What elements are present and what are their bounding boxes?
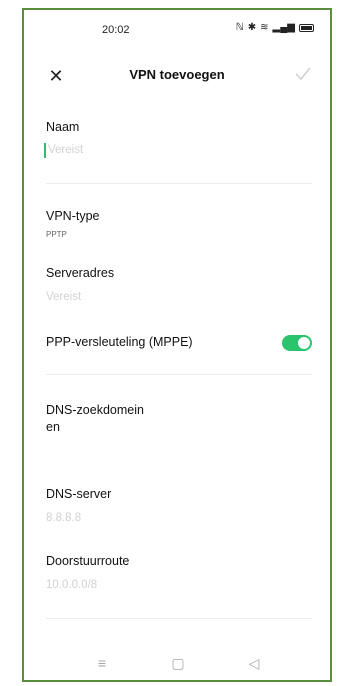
ppp-encryption-label: PPP-versleuteling (MPPE) [46,335,193,349]
divider [46,183,312,184]
toolbar: ✕ VPN toevoegen [24,62,330,90]
dns-server-input[interactable]: 8.8.8.8 [46,512,81,524]
status-bar: 20:02 ℕ ✱ ≋ ▂▄▆ [24,20,330,40]
wifi-icon: ≋ [260,22,269,33]
check-icon[interactable] [294,65,312,83]
forward-route-label: Doorstuurroute [46,554,130,568]
forward-route-input[interactable]: 10.0.0.0/8 [46,579,97,591]
server-label: Serveradres [46,266,115,280]
battery-icon [299,23,314,32]
status-icons: ℕ ✱ ≋ ▂▄▆ [236,22,314,33]
dns-server-label: DNS-server [46,487,112,501]
bluetooth-icon: ✱ [247,22,257,33]
text-cursor [44,143,46,158]
signal-icon: ▂▄▆ [272,22,295,33]
divider [46,618,312,619]
phone-frame: 20:02 ℕ ✱ ≋ ▂▄▆ ✕ VPN toevoegen Naam Ver… [22,8,332,682]
home-icon[interactable]: ▢ [166,652,190,674]
back-icon[interactable]: ◁ [242,652,266,674]
navigation-bar: ≡ ▢ ◁ [24,652,330,674]
divider [46,374,312,375]
nfc-icon: ℕ [235,22,244,33]
status-time: 20:02 [102,24,130,36]
menu-icon[interactable]: ≡ [90,652,114,674]
vpn-type-value[interactable]: PPTP [46,230,67,239]
dns-domain-label[interactable]: DNS-zoekdomein en [46,402,144,436]
page-title: VPN toevoegen [129,67,225,82]
ppp-encryption-toggle[interactable] [282,335,312,351]
server-input[interactable]: Vereist [46,291,81,303]
vpn-type-label[interactable]: VPN-type [46,209,100,223]
name-input[interactable]: Vereist [48,144,83,156]
name-label: Naam [46,120,80,134]
